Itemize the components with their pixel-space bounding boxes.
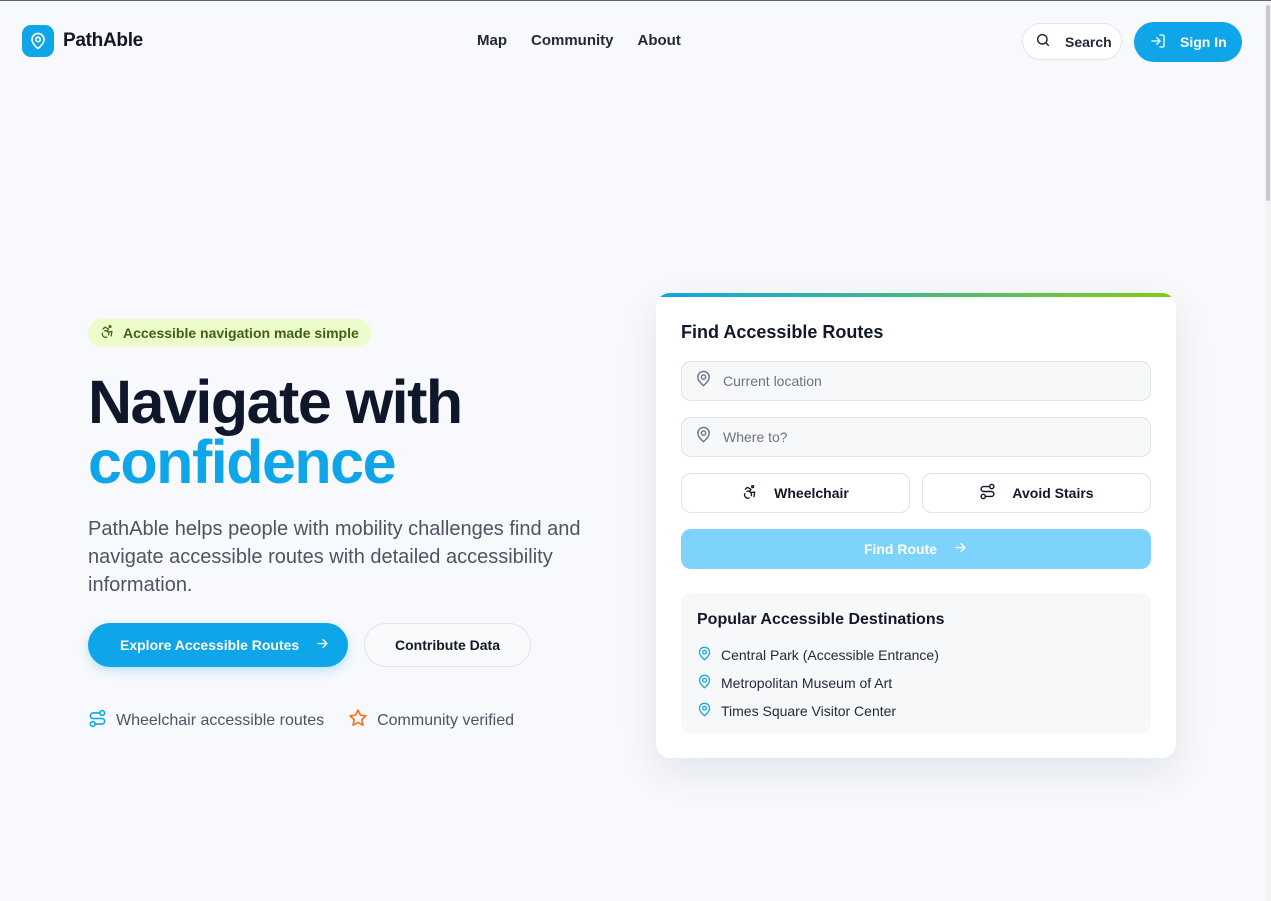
map-pin-icon <box>697 674 712 692</box>
hero-features: Wheelchair accessible routes Community v… <box>88 708 514 733</box>
map-pin-icon <box>697 702 712 720</box>
star-icon <box>348 708 368 733</box>
sign-in-label: Sign In <box>1180 34 1227 50</box>
from-input[interactable] <box>723 373 1143 389</box>
destination-label: Metropolitan Museum of Art <box>721 675 893 691</box>
brand-logo[interactable]: PathAble <box>22 25 143 57</box>
wheelchair-option-label: Wheelchair <box>774 485 849 501</box>
map-pin-icon <box>697 646 712 664</box>
main-nav: Map Community About <box>477 32 681 49</box>
log-in-icon <box>1150 33 1166 52</box>
feature-label: Wheelchair accessible routes <box>116 711 325 729</box>
destination-label: Times Square Visitor Center <box>721 703 897 719</box>
find-route-button[interactable]: Find Route <box>681 529 1151 569</box>
popular-destinations-title: Popular Accessible Destinations <box>697 611 945 628</box>
destination-item[interactable]: Central Park (Accessible Entrance) <box>697 641 1135 669</box>
explore-routes-label: Explore Accessible Routes <box>120 637 300 653</box>
route-icon <box>979 483 996 503</box>
accessibility-icon <box>100 324 115 342</box>
arrow-right-icon <box>953 540 968 558</box>
feature-wheelchair-routes: Wheelchair accessible routes <box>88 708 324 733</box>
explore-routes-button[interactable]: Explore Accessible Routes <box>88 623 348 667</box>
avoid-stairs-option-button[interactable]: Avoid Stairs <box>922 473 1151 513</box>
destination-label: Central Park (Accessible Entrance) <box>721 647 939 663</box>
scrollbar[interactable] <box>1265 1 1271 901</box>
destination-item[interactable]: Times Square Visitor Center <box>697 697 1135 725</box>
avoid-stairs-option-label: Avoid Stairs <box>1012 485 1094 501</box>
hero-description: PathAble helps people with mobility chal… <box>88 518 581 596</box>
search-icon <box>1035 32 1051 51</box>
feature-label: Community verified <box>377 711 515 729</box>
map-pin-icon <box>695 426 712 448</box>
search-label: Search <box>1065 33 1112 50</box>
route-finder-card: Find Accessible Routes Wheelchair Avoid … <box>656 293 1176 758</box>
nav-link-about[interactable]: About <box>638 32 681 49</box>
contribute-data-button[interactable]: Contribute Data <box>364 623 531 667</box>
to-input[interactable] <box>723 429 1143 445</box>
to-field[interactable] <box>681 417 1151 457</box>
hero-badge: Accessible navigation made simple <box>88 319 371 347</box>
map-pin-icon <box>22 25 54 57</box>
from-field[interactable] <box>681 361 1151 401</box>
nav-link-community[interactable]: Community <box>531 32 614 49</box>
card-title: Find Accessible Routes <box>681 322 884 342</box>
wheelchair-option-button[interactable]: Wheelchair <box>681 473 910 513</box>
nav-link-map[interactable]: Map <box>477 32 507 49</box>
scrollbar-thumb[interactable] <box>1266 5 1270 201</box>
hero-title-accent: confidence <box>88 428 397 496</box>
card-accent-bar <box>656 293 1176 297</box>
accessibility-icon <box>742 484 758 503</box>
hero-title-line1: Navigate with <box>88 368 463 436</box>
brand-name: PathAble <box>63 30 143 51</box>
map-pin-icon <box>695 370 712 392</box>
route-icon <box>88 709 107 733</box>
search-button[interactable]: Search <box>1022 23 1122 60</box>
arrow-right-icon <box>315 636 330 654</box>
hero-badge-text: Accessible navigation made simple <box>123 325 359 341</box>
popular-destinations: Popular Accessible Destinations Central … <box>681 593 1151 733</box>
destination-item[interactable]: Metropolitan Museum of Art <box>697 669 1135 697</box>
site-header: PathAble Map Community About Search Sign… <box>0 1 1265 65</box>
sign-in-button[interactable]: Sign In <box>1134 22 1242 62</box>
find-route-label: Find Route <box>863 541 938 557</box>
feature-community-verified: Community verified <box>348 708 514 733</box>
hero-title: Navigate with confidence <box>88 372 463 496</box>
